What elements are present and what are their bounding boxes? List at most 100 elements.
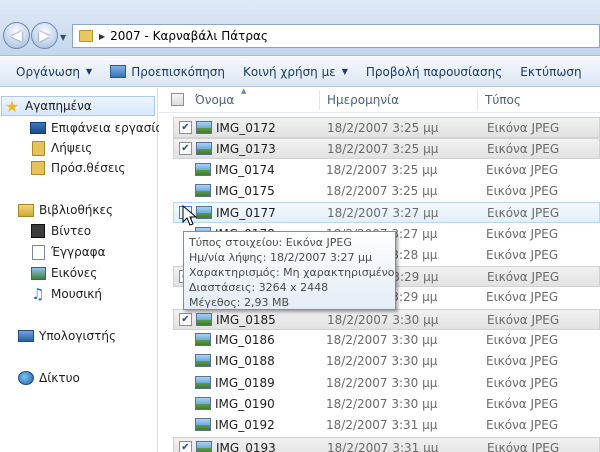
file-name: IMG_0193: [216, 440, 276, 452]
breadcrumb-chevron-icon[interactable]: ▶: [99, 32, 105, 41]
share-label: Κοινή χρήση με: [243, 64, 336, 79]
sidebar-item-recent[interactable]: Πρόσ.θέσεις: [30, 158, 125, 178]
row-checkbox[interactable]: ✔: [179, 142, 192, 156]
file-date: 18/2/2007 3:31 μμ: [326, 418, 438, 433]
file-type: Εικόνα JPEG: [486, 418, 559, 433]
table-row[interactable]: IMG_0190 18/2/2007 3:30 μμ Εικόνα JPEG: [173, 394, 600, 415]
sidebar-item-downloads[interactable]: Λήψεις: [30, 138, 92, 158]
table-row[interactable]: ✔ IMG_0185 18/2/2007 3:30 μμ Εικόνα JPEG: [173, 308, 600, 330]
file-type: Εικόνα JPEG: [487, 121, 560, 135]
pictures-icon: [30, 266, 46, 280]
file-type: Εικόνα JPEG: [486, 183, 559, 198]
sidebar-item-computer[interactable]: Υπολογιστής: [18, 326, 116, 346]
jpeg-image-icon: [195, 418, 211, 432]
jpeg-image-icon: [195, 183, 211, 197]
sidebar-item-favorites[interactable]: ★ Αγαπημένα: [1, 96, 155, 116]
jpeg-image-icon: [196, 142, 212, 156]
column-header-name[interactable]: Όνομα: [195, 93, 234, 107]
file-name: IMG_0186: [215, 333, 275, 347]
file-name: IMG_0172: [216, 121, 276, 135]
jpeg-image-icon: [195, 375, 211, 389]
column-header-type[interactable]: Τύπος: [485, 93, 521, 107]
print-button[interactable]: Εκτύπωση: [511, 57, 590, 87]
file-type: Εικόνα JPEG: [487, 312, 560, 327]
file-date: 18/2/2007 3:30 μμ: [326, 396, 438, 411]
file-name: IMG_0173: [216, 142, 276, 157]
sidebar-item-label: Λήψεις: [51, 141, 93, 155]
sidebar-item-network[interactable]: Δίκτυο: [18, 368, 80, 388]
row-checkbox[interactable]: ✔: [179, 440, 192, 452]
file-info-tooltip: Τύπος στοιχείου: Εικόνα JPEG Ημ/νία λήψη…: [183, 231, 396, 310]
sidebar-item-label: Δίκτυο: [39, 371, 80, 385]
tooltip-rating: Χαρακτηρισμός: Μη χαρακτηρισμένο: [189, 266, 395, 279]
file-type: Εικόνα JPEG: [487, 142, 560, 157]
recent-pages-dropdown[interactable]: ▼: [60, 33, 66, 42]
sidebar-item-label: Πρόσ.θέσεις: [51, 161, 126, 175]
sidebar-item-label: Επιφάνεια εργασίας: [51, 121, 171, 135]
file-type: Εικόνα JPEG: [487, 206, 560, 221]
command-bar: Οργάνωση ▼ Προεπισκόπηση Κοινή χρήση με …: [0, 57, 600, 87]
recent-places-icon: [31, 161, 45, 175]
arrow-right-icon: ▶: [39, 27, 50, 44]
table-row[interactable]: IMG_0186 18/2/2007 3:30 μμ Εικόνα JPEG: [173, 330, 600, 351]
select-all-checkbox[interactable]: [171, 93, 184, 106]
table-row[interactable]: IMG_0189 18/2/2007 3:30 μμ Εικόνα JPEG: [173, 373, 600, 394]
organize-label: Οργάνωση: [16, 64, 81, 79]
row-checkbox[interactable]: ✔: [179, 121, 192, 134]
organize-button[interactable]: Οργάνωση ▼: [0, 57, 101, 87]
preview-icon: [110, 65, 127, 78]
file-type: Εικόνα JPEG: [487, 440, 560, 452]
jpeg-image-icon: [195, 162, 211, 176]
jpeg-image-icon: [195, 333, 211, 346]
print-label: Εκτύπωση: [520, 64, 582, 79]
sidebar-item-videos[interactable]: Βίντεο: [30, 221, 91, 241]
network-icon: [18, 371, 34, 385]
slideshow-button[interactable]: Προβολή παρουσίασης: [357, 57, 511, 87]
sidebar-item-music[interactable]: ♫ Μουσική: [30, 284, 102, 304]
table-row[interactable]: ✔ IMG_0193 18/2/2007 3:31 μμ Εικόνα JPEG: [173, 436, 600, 452]
file-date: 18/2/2007 3:25 μμ: [326, 183, 438, 198]
table-row[interactable]: IMG_0175 18/2/2007 3:25 μμ Εικόνα JPEG: [173, 181, 600, 202]
slideshow-label: Προβολή παρουσίασης: [365, 64, 503, 79]
table-row[interactable]: IMG_0192 18/2/2007 3:31 μμ Εικόνα JPEG: [173, 415, 600, 436]
chevron-down-icon: ▼: [341, 67, 348, 76]
jpeg-image-icon: [196, 206, 212, 220]
star-icon: ★: [4, 96, 20, 116]
file-type: Εικόνα JPEG: [486, 247, 559, 262]
sidebar-item-pictures[interactable]: Εικόνες: [30, 263, 97, 283]
sidebar-item-label: Έγγραφα: [51, 245, 106, 259]
tooltip-date-taken: Ημ/νία λήψης: 18/2/2007 3:27 μμ: [189, 251, 373, 264]
forward-button[interactable]: ▶: [31, 22, 58, 49]
sidebar-item-libraries[interactable]: Βιβλιοθήκες: [18, 200, 113, 220]
jpeg-image-icon: [196, 121, 212, 134]
table-row[interactable]: IMG_0174 18/2/2007 3:25 μμ Εικόνα JPEG: [173, 160, 600, 181]
sidebar-item-documents[interactable]: Έγγραφα: [30, 242, 106, 262]
column-divider[interactable]: [477, 90, 478, 110]
share-with-button[interactable]: Κοινή χρήση με ▼: [234, 57, 357, 87]
sort-ascending-icon: ▲: [241, 87, 247, 95]
back-button[interactable]: ◀: [3, 22, 30, 49]
jpeg-image-icon: [195, 354, 211, 368]
row-checkbox[interactable]: ✔: [179, 312, 192, 326]
table-row[interactable]: IMG_0177 18/2/2007 3:27 μμ Εικόνα JPEG: [173, 202, 600, 224]
file-name: IMG_0190: [215, 396, 275, 411]
sidebar-item-label: Εικόνες: [51, 266, 98, 280]
file-type: Εικόνα JPEG: [486, 396, 559, 411]
sidebar-item-desktop[interactable]: Επιφάνεια εργασίας: [30, 118, 170, 138]
breadcrumb-current-folder[interactable]: 2007 - Καρναβάλι Πάτρας: [110, 29, 268, 43]
preview-button[interactable]: Προεπισκόπηση: [101, 57, 234, 87]
file-name: IMG_0174: [215, 162, 275, 177]
table-row[interactable]: ✔ IMG_0172 18/2/2007 3:25 μμ Εικόνα JPEG: [173, 117, 600, 138]
file-type: Εικόνα JPEG: [486, 290, 559, 305]
column-header-date[interactable]: Ημερομηνία: [327, 93, 399, 107]
address-bar[interactable]: ▶ 2007 - Καρναβάλι Πάτρας: [72, 24, 600, 48]
file-name: IMG_0175: [215, 183, 275, 198]
computer-icon: [18, 330, 34, 342]
sidebar-item-label: Υπολογιστής: [39, 329, 116, 343]
file-date: 18/2/2007 3:31 μμ: [327, 440, 439, 452]
table-row[interactable]: ✔ IMG_0173 18/2/2007 3:25 μμ Εικόνα JPEG: [173, 138, 600, 160]
sidebar-item-label: Μουσική: [51, 287, 102, 301]
table-row[interactable]: IMG_0188 18/2/2007 3:30 μμ Εικόνα JPEG: [173, 351, 600, 372]
sidebar-item-label: Βίντεο: [51, 224, 92, 238]
column-divider[interactable]: [319, 90, 320, 110]
